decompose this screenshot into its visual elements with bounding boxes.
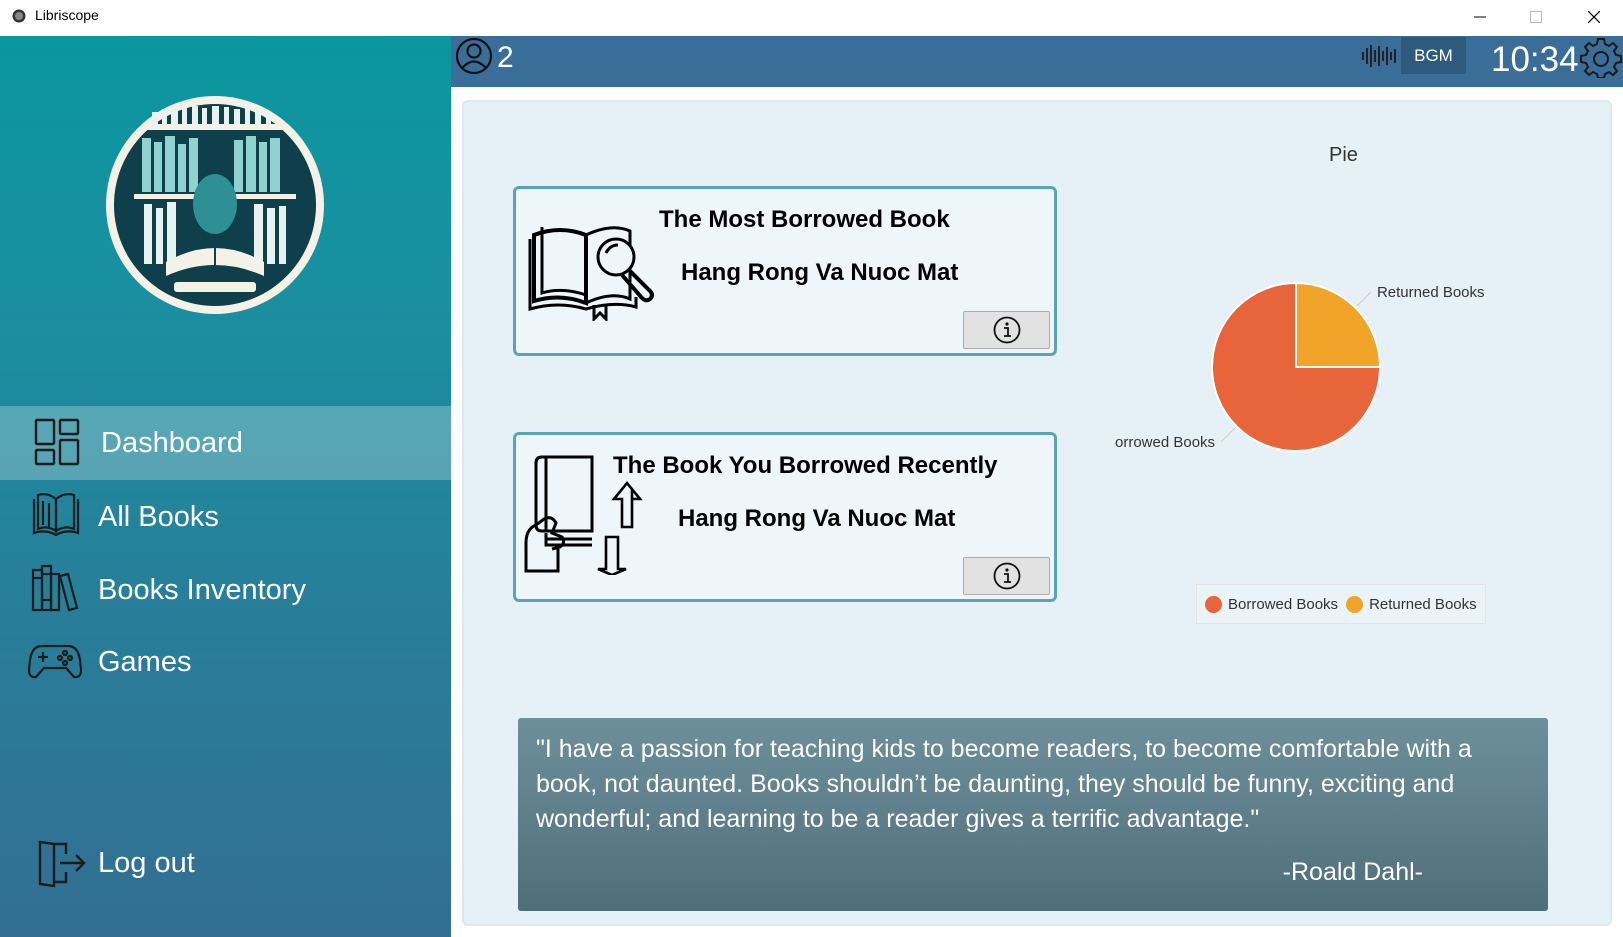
bgm-button[interactable]: BGM: [1401, 37, 1466, 74]
sidebar-item-label: All Books: [98, 500, 219, 533]
dashboard-panel: The Most Borrowed Book Hang Rong Va Nuoc…: [462, 100, 1612, 926]
sidebar-item-dashboard[interactable]: Dashboard: [0, 406, 451, 480]
dashboard-icon: [34, 418, 80, 466]
chart-title: Pie: [1329, 144, 1358, 166]
info-icon: [993, 316, 1020, 344]
most-borrowed-card: The Most Borrowed Book Hang Rong Va Nuoc…: [513, 186, 1057, 356]
pie-label-line: [1356, 291, 1372, 307]
info-button[interactable]: [963, 311, 1050, 349]
sidebar-item-all-books[interactable]: All Books: [0, 480, 451, 554]
sidebar-item-games[interactable]: Games: [0, 625, 451, 699]
logout-icon: [38, 840, 86, 888]
maximize-button[interactable]: [1508, 0, 1564, 33]
pie-slice-label: Returned Books: [1377, 284, 1485, 301]
logout-button[interactable]: Log out: [0, 826, 451, 900]
close-icon: [1588, 10, 1600, 23]
pie-chart: Borrowed Books Returned Books: [1114, 281, 1485, 452]
pie-slice-label: Borrowed Books: [1114, 434, 1215, 451]
legend-entry: Borrowed Books: [1205, 595, 1339, 613]
minimize-button[interactable]: [1452, 0, 1508, 33]
close-button[interactable]: [1566, 0, 1622, 33]
legend-swatch: [1205, 595, 1222, 613]
legend-label: Borrowed Books: [1228, 595, 1339, 613]
legend-entry: Returned Books: [1346, 595, 1477, 613]
sidebar-item-label: Games: [98, 645, 192, 678]
top-header: 2 BGM 10:34: [451, 36, 1623, 87]
book-title: Hang Rong Va Nuoc Mat: [681, 259, 959, 286]
card-title: The Book You Borrowed Recently: [613, 452, 998, 479]
title-bar: Libriscope: [0, 0, 1623, 33]
legend-label: Returned Books: [1369, 595, 1477, 613]
sidebar: Dashboard All Books Books Inventory Game…: [0, 36, 451, 937]
user-icon: [455, 37, 493, 75]
quote-author: -Roald Dahl-: [1282, 858, 1423, 886]
chart-legend: Borrowed Books Returned Books: [1196, 584, 1486, 624]
info-icon: [993, 562, 1020, 590]
window-title: Libriscope: [35, 7, 99, 23]
maximize-icon: [1530, 10, 1542, 23]
clock: 10:34: [1491, 40, 1579, 79]
legend-swatch: [1346, 595, 1364, 613]
quote-box: "I have a passion for teaching kids to b…: [518, 718, 1548, 911]
minimize-icon: [1474, 16, 1486, 17]
gamepad-icon: [28, 644, 82, 679]
books-icon: [32, 493, 80, 537]
gear-icon[interactable]: [1580, 36, 1622, 78]
logout-label: Log out: [98, 846, 195, 879]
card-title: The Most Borrowed Book: [659, 206, 950, 233]
info-button[interactable]: [963, 557, 1050, 595]
sidebar-item-label: Books Inventory: [98, 573, 306, 606]
inventory-icon: [31, 564, 79, 612]
book-title: Hang Rong Va Nuoc Mat: [678, 505, 956, 532]
quote-text: "I have a passion for teaching kids to b…: [536, 735, 1472, 833]
sidebar-item-label: Dashboard: [101, 426, 243, 459]
book-search-icon: [528, 226, 654, 321]
audio-wave-icon: [1362, 45, 1396, 67]
app-icon: [12, 9, 26, 23]
user-count: 2: [497, 41, 514, 74]
sidebar-item-books-inventory[interactable]: Books Inventory: [0, 553, 451, 627]
library-logo: [106, 96, 324, 314]
recent-borrow-card: The Book You Borrowed Recently Hang Rong…: [513, 432, 1057, 602]
pie-label-line: [1220, 427, 1236, 443]
